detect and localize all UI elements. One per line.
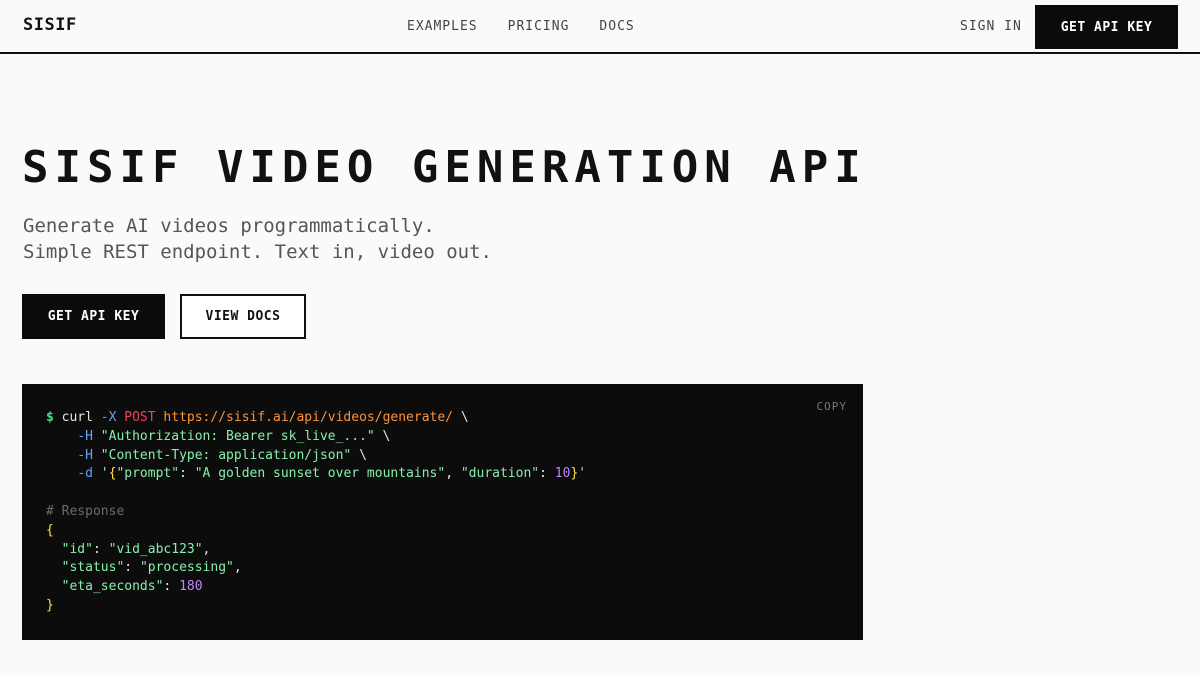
shell-prompt: $: [46, 410, 54, 425]
endpoint-url: https://sisif.ai/api/videos/generate/: [163, 410, 454, 425]
hero-subtitle-line-2: Simple REST endpoint. Text in, video out…: [23, 241, 492, 263]
code-block: COPY $ curl -X POST https://sisif.ai/api…: [22, 384, 863, 640]
data-flag: -d: [77, 466, 93, 482]
response-comment: # Response: [46, 503, 125, 519]
duration-key: "duration": [460, 466, 540, 482]
nav-get-api-key-button[interactable]: GET API KEY: [1035, 5, 1178, 49]
nav-link-pricing[interactable]: PRICING: [508, 19, 570, 34]
curl-command: curl: [61, 410, 93, 425]
get-api-key-button[interactable]: GET API KEY: [22, 294, 165, 339]
copy-button[interactable]: COPY: [817, 400, 848, 413]
response-id-value: "vid_abc123": [108, 541, 203, 557]
response-id-key: "id": [61, 541, 93, 557]
logo[interactable]: SISIF: [23, 15, 77, 35]
nav-link-docs[interactable]: DOCS: [599, 19, 634, 34]
hero-subtitle-line-1: Generate AI videos programmatically.: [23, 215, 435, 237]
response-eta-key: "eta_seconds": [61, 579, 164, 595]
hero-subtitle: Generate AI videos programmatically. Sim…: [23, 213, 492, 265]
response-status-value: "processing": [139, 560, 234, 576]
hero-title: SISIF VIDEO GENERATION API: [22, 142, 867, 193]
response-status-key: "status": [61, 560, 125, 576]
prompt-key: "prompt": [116, 466, 180, 482]
content-type-header: "Content-Type: application/json": [100, 447, 352, 463]
view-docs-button[interactable]: VIEW DOCS: [180, 294, 306, 339]
code-content: $ curl -X POST https://sisif.ai/api/vide…: [46, 410, 587, 613]
nav-links: EXAMPLES PRICING DOCS: [407, 19, 635, 34]
content-header-flag: -H: [77, 447, 93, 463]
sign-in-link[interactable]: SIGN IN: [960, 19, 1022, 34]
prompt-value: "A golden sunset over mountains": [194, 466, 446, 482]
auth-header: "Authorization: Bearer sk_live_...": [100, 428, 375, 444]
duration-value: 10: [554, 466, 571, 482]
method-flag: -X: [100, 410, 117, 425]
http-method: POST: [124, 410, 156, 425]
nav-link-examples[interactable]: EXAMPLES: [407, 19, 478, 34]
response-eta-value: 180: [179, 579, 203, 595]
auth-header-flag: -H: [77, 428, 93, 444]
top-nav: SISIF EXAMPLES PRICING DOCS SIGN IN GET …: [0, 0, 1200, 54]
